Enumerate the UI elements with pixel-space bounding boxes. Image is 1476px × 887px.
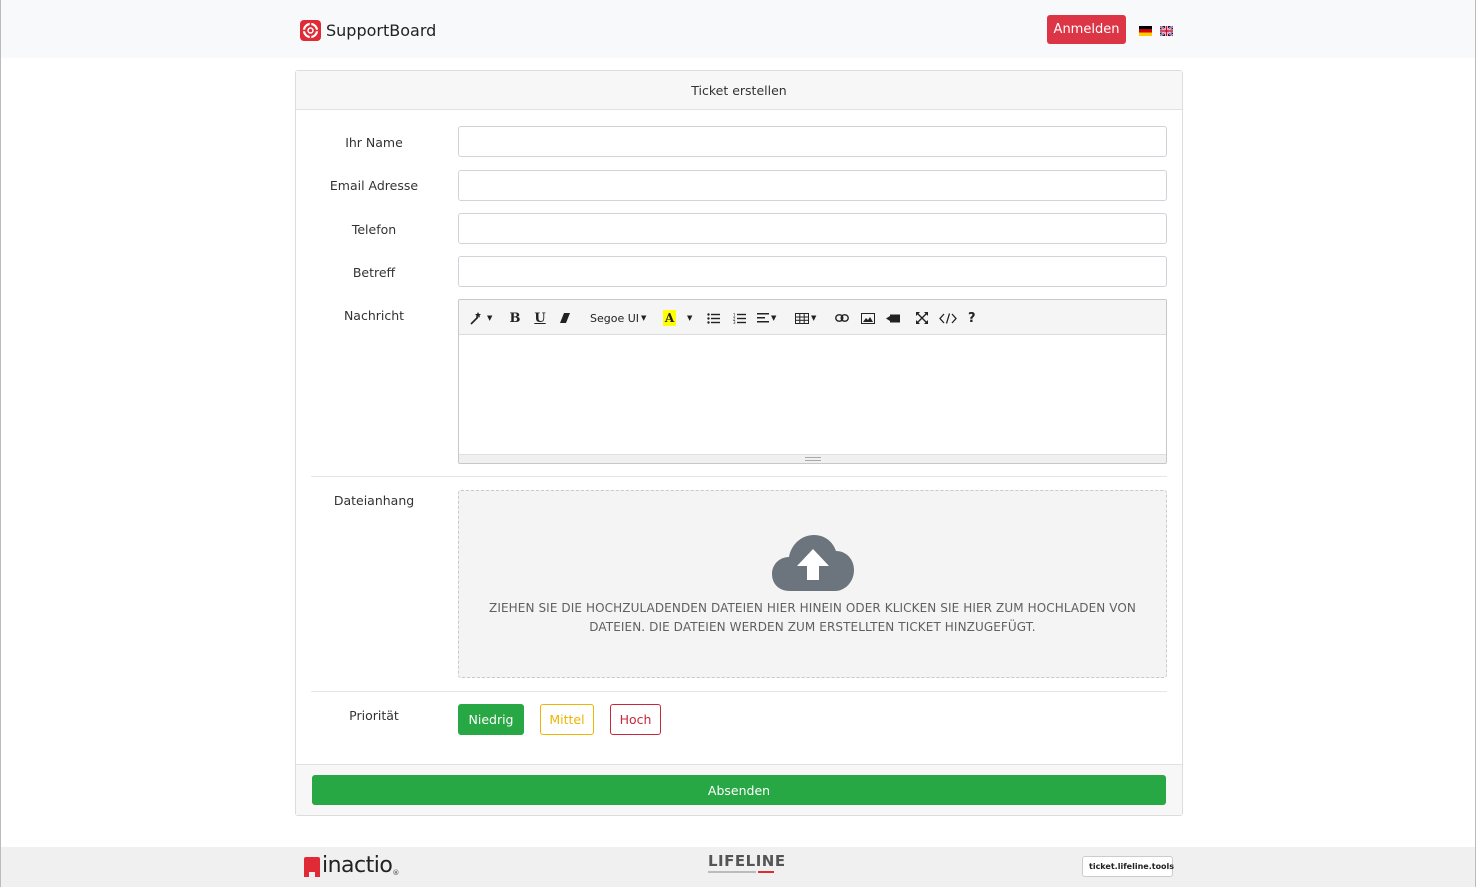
editor-toolbar: ▼ B U Segoe UI ▼ A ▼ 123 ▼ ▼ ? <box>459 300 1166 335</box>
text-color-icon[interactable]: A <box>663 309 676 327</box>
align-icon[interactable]: ▼ <box>757 309 776 327</box>
ticket-badge-text: ticket.lifeline.tools <box>1089 862 1175 871</box>
table-icon[interactable]: ▼ <box>795 309 816 327</box>
image-icon[interactable] <box>861 309 875 327</box>
numbered-list-icon[interactable]: 123 <box>733 309 746 327</box>
cloud-upload-icon <box>772 535 854 591</box>
brand-name: SupportBoard <box>326 20 437 40</box>
priority-label: Priorität <box>349 708 399 723</box>
font-family-value: Segoe UI <box>590 311 640 325</box>
gb-flag-icon[interactable] <box>1160 26 1173 36</box>
video-icon[interactable] <box>886 309 900 327</box>
bullet-list-icon[interactable] <box>707 309 720 327</box>
inactio-logo[interactable]: inactio ® <box>304 855 399 877</box>
submit-button[interactable]: Absenden <box>312 775 1166 805</box>
divider <box>311 691 1167 692</box>
email-label: Email Adresse <box>329 178 419 193</box>
brand[interactable]: SupportBoard <box>300 19 436 41</box>
message-editor: ▼ B U Segoe UI ▼ A ▼ 123 ▼ ▼ ? <box>458 299 1167 464</box>
lifeline-logo-subtext <box>708 870 774 877</box>
dropzone-text: ZIEHEN SIE DIE HOCHZULADENDEN DATEIEN HI… <box>489 601 1136 634</box>
de-flag-icon[interactable] <box>1139 26 1152 36</box>
priority-high-button[interactable]: Hoch <box>610 704 661 735</box>
font-family-dropdown[interactable]: Segoe UI ▼ <box>590 309 646 327</box>
card-title: Ticket erstellen <box>296 71 1182 110</box>
message-content-area[interactable] <box>459 335 1166 455</box>
text-color-dropdown-icon[interactable]: ▼ <box>685 309 692 327</box>
divider <box>311 476 1167 477</box>
link-icon[interactable] <box>835 309 849 327</box>
underline-icon[interactable]: U <box>534 309 546 327</box>
resize-grip-icon <box>805 457 821 461</box>
eraser-icon[interactable] <box>558 309 572 327</box>
magic-wand-icon[interactable]: ▼ <box>469 309 492 327</box>
phone-field[interactable] <box>458 213 1167 244</box>
page-footer: inactio ® LIFELINE ticket.lifeline.tools <box>1 847 1475 887</box>
subject-label: Betreff <box>352 265 396 280</box>
phone-label: Telefon <box>351 222 397 237</box>
file-dropzone[interactable]: ZIEHEN SIE DIE HOCHZULADENDEN DATEIEN HI… <box>458 490 1167 678</box>
email-field[interactable] <box>458 170 1167 201</box>
lifebuoy-icon <box>300 19 321 41</box>
name-label: Ihr Name <box>345 135 403 150</box>
help-icon[interactable]: ? <box>968 309 976 327</box>
top-navbar: SupportBoard Anmelden <box>1 0 1475 58</box>
inactio-mark-icon <box>304 857 320 877</box>
attachment-label: Dateianhang <box>333 493 415 508</box>
login-button[interactable]: Anmelden <box>1047 15 1126 44</box>
bold-icon[interactable]: B <box>509 309 521 327</box>
subject-field[interactable] <box>458 256 1167 287</box>
inactio-logo-text: inactio <box>322 853 393 878</box>
svg-text:3: 3 <box>733 320 736 324</box>
name-field[interactable] <box>458 126 1167 157</box>
lifeline-logo-text: LIFELINE <box>708 852 786 870</box>
priority-medium-button[interactable]: Mittel <box>540 704 594 735</box>
lifeline-logo[interactable]: LIFELINE <box>708 852 786 877</box>
editor-resize-handle[interactable] <box>459 454 1166 463</box>
ticket-form-card: Ticket erstellen Ihr Name Email Adresse … <box>295 70 1183 816</box>
code-view-icon[interactable] <box>939 309 957 327</box>
message-label: Nachricht <box>343 308 405 323</box>
priority-low-button[interactable]: Niedrig <box>458 704 524 735</box>
svg-text:A: A <box>664 311 675 325</box>
card-footer: Absenden <box>296 764 1182 815</box>
ticket-badge[interactable]: ticket.lifeline.tools <box>1082 856 1175 877</box>
fullscreen-icon[interactable] <box>916 309 928 327</box>
